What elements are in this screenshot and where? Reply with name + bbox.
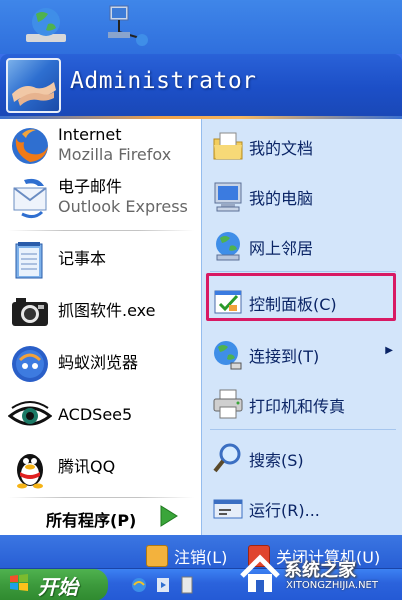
separator [210, 429, 396, 430]
camera-icon [8, 290, 52, 334]
user-avatar[interactable] [6, 58, 61, 113]
program-notepad[interactable]: 记事本 [0, 235, 200, 285]
notepad-icon [8, 238, 52, 282]
my-documents-icon [211, 129, 245, 163]
acdsee-eye-icon [7, 394, 53, 438]
separator [210, 271, 396, 272]
ant-browser-icon [8, 342, 52, 386]
network-desktop-icon[interactable] [104, 4, 148, 50]
program-outlook-express[interactable]: 电子邮件 Outlook Express [0, 173, 200, 223]
place-label: 连接到(T) [249, 347, 320, 366]
program-firefox[interactable]: Internet Mozilla Firefox [0, 121, 200, 171]
place-label: 打印机和传真 [249, 397, 346, 416]
start-label: 开始 [38, 574, 78, 599]
green-arrow-icon [158, 504, 180, 528]
program-title: 电子邮件 [58, 177, 123, 196]
start-menu-header: Administrator [0, 54, 402, 116]
quicklaunch-app-icon[interactable] [178, 575, 196, 595]
place-my-documents[interactable]: 我的文档 [203, 123, 402, 167]
place-label: 我的电脑 [249, 189, 314, 208]
printers-faxes-icon [211, 387, 245, 421]
outlook-express-icon [8, 176, 52, 220]
place-label: 控制面板(C) [249, 295, 337, 314]
place-connect-to[interactable]: 连接到(T) ▶ [203, 331, 402, 375]
program-capture-tool[interactable]: 抓图软件.exe [0, 287, 200, 337]
firefox-icon [8, 124, 52, 168]
power-icon [248, 545, 270, 567]
program-ant-browser[interactable]: 蚂蚁浏览器 [0, 339, 200, 389]
place-label: 我的文档 [249, 139, 314, 158]
place-label: 网上邻居 [249, 239, 314, 258]
shutdown-button[interactable]: 关闭计算机(U) [248, 543, 380, 569]
qq-penguin-icon [8, 446, 52, 490]
key-icon [146, 545, 168, 567]
program-qq[interactable]: 腾讯QQ [0, 443, 200, 493]
logoff-button[interactable]: 注销(L) [146, 543, 227, 569]
submenu-arrow-icon: ▶ [385, 345, 393, 356]
start-button[interactable]: 开始 [0, 569, 108, 600]
program-title: 记事本 [58, 249, 107, 268]
place-label: 搜索(S) [249, 451, 304, 470]
program-title: 抓图软件.exe [58, 301, 156, 320]
program-title: 蚂蚁浏览器 [58, 353, 139, 372]
program-subtitle: Mozilla Firefox [58, 145, 172, 164]
logoff-label: 注销(L) [174, 548, 228, 567]
place-my-computer[interactable]: 我的电脑 [203, 173, 402, 217]
all-programs-label: 所有程序(P) [46, 511, 137, 530]
place-label: 运行(R)... [249, 501, 320, 520]
desktop [0, 0, 402, 54]
place-search[interactable]: 搜索(S) [203, 435, 402, 479]
programs-list: Internet Mozilla Firefox 电子邮件 Outlook Ex… [0, 119, 201, 535]
start-menu: Administrator Internet Mozilla Firefox 电… [0, 54, 402, 594]
program-title: ACDSee5 [58, 405, 133, 424]
place-network[interactable]: 网上邻居 [203, 223, 402, 267]
program-subtitle: Outlook Express [58, 197, 188, 216]
separator [8, 497, 194, 498]
globe-desktop-icon[interactable] [24, 4, 68, 50]
program-title: 腾讯QQ [58, 457, 116, 476]
control-panel-icon [211, 285, 245, 319]
search-icon [211, 441, 245, 475]
quicklaunch-media-icon[interactable] [154, 575, 172, 595]
program-acdsee[interactable]: ACDSee5 [0, 391, 200, 441]
quicklaunch-ie-icon[interactable] [130, 575, 148, 595]
taskbar: 开始 [0, 568, 402, 600]
program-title: Internet [58, 125, 122, 144]
shutdown-label: 关闭计算机(U) [276, 548, 381, 567]
windows-logo-icon [8, 572, 30, 598]
place-printers[interactable]: 打印机和传真 [203, 381, 402, 425]
places-list: 我的文档 我的电脑 网上邻居 控制面板(C) 连接到(T) ▶ 打印机和传真 搜… [201, 119, 402, 535]
my-computer-icon [211, 179, 245, 213]
place-run[interactable]: 运行(R)... [203, 485, 402, 529]
place-control-panel[interactable]: 控制面板(C) [203, 279, 402, 323]
connect-to-icon [211, 337, 245, 371]
separator [8, 230, 194, 231]
network-places-icon [211, 229, 245, 263]
username: Administrator [70, 68, 257, 94]
all-programs-button[interactable]: 所有程序(P) [0, 499, 200, 535]
run-icon [211, 491, 245, 525]
